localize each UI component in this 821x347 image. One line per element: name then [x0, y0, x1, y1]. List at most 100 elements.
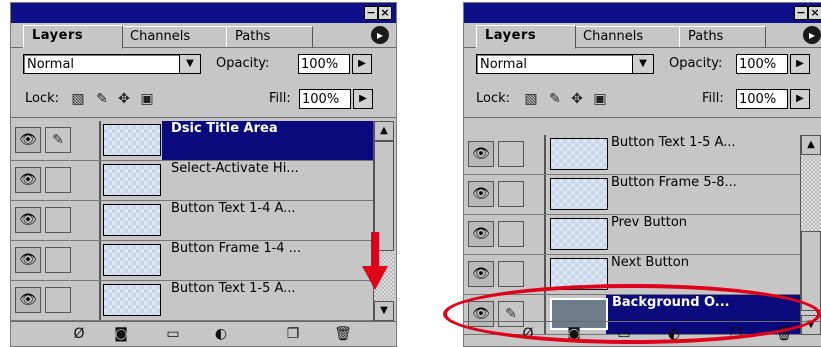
scroll-thumb[interactable]	[801, 231, 821, 311]
blend-mode-select[interactable]: Normal ▼	[476, 54, 654, 74]
close-button[interactable]: ×	[378, 6, 392, 20]
eye-icon[interactable]: 👁	[15, 247, 41, 273]
panel-menu-arrow-icon[interactable]: ▸	[803, 26, 821, 44]
blend-opacity-row: Normal ▼ Opacity: 100% ▶	[464, 49, 821, 79]
panel-title-bar[interactable]: − ×	[11, 3, 396, 23]
folder-icon[interactable]: ▭	[163, 325, 183, 343]
brush-icon[interactable]: ✎	[45, 127, 71, 153]
brush-slot[interactable]	[498, 221, 524, 247]
eye-icon[interactable]: 👁	[15, 287, 41, 313]
layer-style-icon[interactable]: Ø	[69, 325, 89, 343]
brush-slot[interactable]	[45, 247, 71, 273]
opacity-stepper[interactable]: ▶	[352, 54, 372, 74]
tab-paths[interactable]: Paths	[679, 26, 766, 47]
eye-icon[interactable]: 👁	[15, 207, 41, 233]
move-lock-icon[interactable]: ✥	[568, 91, 586, 107]
transparency-lock-icon[interactable]: ▧	[69, 91, 87, 107]
layer-name: Select-Activate Hi...	[171, 161, 299, 176]
brush-slot[interactable]	[498, 141, 524, 167]
tab-label: Paths	[688, 29, 724, 44]
opacity-field[interactable]: 100%	[736, 54, 788, 74]
chevron-down-icon[interactable]: ▼	[179, 55, 200, 73]
eye-icon[interactable]: 👁	[468, 141, 494, 167]
minimize-button[interactable]: −	[794, 6, 808, 20]
brush-slot[interactable]	[45, 207, 71, 233]
brush-slot[interactable]	[45, 167, 71, 193]
padlock-icon[interactable]: ▣	[591, 91, 609, 107]
panel-tabs: Layers Channels Paths ▸	[464, 23, 821, 49]
eye-icon[interactable]: 👁	[468, 261, 494, 287]
tab-paths[interactable]: Paths	[226, 26, 313, 47]
fill-field[interactable]: 100%	[299, 89, 351, 109]
column-divider	[544, 175, 546, 214]
lock-fill-row: Lock: ▧ ✎ ✥ ▣ Fill: 100% ▶	[11, 81, 396, 118]
opacity-field[interactable]: 100%	[298, 54, 350, 74]
layer-row[interactable]: 👁 Button Text 1-5 A...	[464, 135, 800, 175]
column-divider	[99, 121, 101, 160]
layer-name: Dsic Title Area	[171, 121, 278, 136]
eye-icon[interactable]: 👁	[468, 181, 494, 207]
column-divider	[99, 281, 101, 320]
layer-row[interactable]: 👁 Prev Button	[464, 215, 800, 255]
eye-icon[interactable]: 👁	[468, 221, 494, 247]
layer-row[interactable]: 👁 Select-Activate Hi...	[11, 161, 373, 201]
layer-thumbnail	[103, 164, 161, 196]
mask-icon[interactable]: ◙	[111, 325, 131, 343]
layer-thumbnail	[550, 138, 608, 170]
brush-slot[interactable]	[45, 287, 71, 313]
fill-stepper[interactable]: ▶	[790, 89, 810, 109]
paint-lock-icon[interactable]: ✎	[546, 91, 564, 107]
close-button[interactable]: ×	[808, 6, 821, 20]
brush-slot[interactable]	[498, 181, 524, 207]
tab-label: Channels	[583, 29, 644, 44]
blend-mode-value: Normal	[27, 57, 75, 72]
move-lock-icon[interactable]: ✥	[115, 91, 133, 107]
new-layer-icon[interactable]: ❐	[283, 325, 303, 343]
tab-channels[interactable]: Channels	[574, 26, 681, 47]
tab-layers[interactable]: Layers	[476, 25, 576, 49]
fill-stepper[interactable]: ▶	[353, 89, 373, 109]
eye-icon[interactable]: 👁	[15, 167, 41, 193]
layer-row[interactable]: 👁 ✎ Dsic Title Area	[11, 121, 373, 161]
layer-scrollbar[interactable]: ▲ ▼	[373, 121, 394, 321]
panel-menu-arrow-icon[interactable]: ▸	[371, 26, 389, 44]
trash-icon[interactable]: 🗑	[333, 325, 353, 343]
panel-tabs: Layers Channels Paths ▸	[11, 23, 396, 49]
chevron-down-icon[interactable]: ▼	[632, 55, 653, 73]
blend-opacity-row: Normal ▼ Opacity: 100% ▶	[11, 49, 396, 79]
column-divider	[99, 161, 101, 200]
blend-mode-value: Normal	[480, 57, 528, 72]
scroll-down-button[interactable]: ▼	[374, 301, 394, 321]
column-divider	[544, 215, 546, 254]
layer-name: Button Text 1-5 A...	[611, 135, 736, 150]
minimize-button[interactable]: −	[364, 6, 378, 20]
layer-row[interactable]: 👁 Button Text 1-5 A...	[11, 281, 373, 321]
eye-icon[interactable]: 👁	[15, 127, 41, 153]
transparency-lock-icon[interactable]: ▧	[522, 91, 540, 107]
opacity-stepper[interactable]: ▶	[790, 54, 810, 74]
tab-channels[interactable]: Channels	[121, 26, 228, 47]
tab-label: Layers	[485, 28, 537, 43]
layer-name: Prev Button	[611, 215, 688, 230]
fill-label: Fill:	[702, 91, 724, 106]
blend-mode-select[interactable]: Normal ▼	[23, 54, 201, 74]
tab-layers[interactable]: Layers	[23, 25, 123, 49]
padlock-icon[interactable]: ▣	[138, 91, 156, 107]
paint-lock-icon[interactable]: ✎	[93, 91, 111, 107]
brush-slot[interactable]	[498, 261, 524, 287]
layer-thumbnail	[550, 218, 608, 250]
panel-title-bar[interactable]: − ×	[464, 3, 821, 23]
layer-row[interactable]: 👁 Button Frame 5-8...	[464, 175, 800, 215]
column-divider	[99, 201, 101, 240]
scroll-up-button[interactable]: ▲	[801, 135, 821, 155]
fill-field[interactable]: 100%	[736, 89, 788, 109]
layer-row[interactable]: 👁 Button Frame 1-4 ...	[11, 241, 373, 281]
fill-label: Fill:	[269, 91, 291, 106]
adjustment-layer-icon[interactable]: ◐	[211, 325, 231, 343]
lock-fill-row: Lock: ▧ ✎ ✥ ▣ Fill: 100% ▶	[464, 81, 821, 118]
tab-label: Channels	[130, 29, 191, 44]
tab-label: Layers	[32, 28, 84, 43]
layer-row[interactable]: 👁 Button Text 1-4 A...	[11, 201, 373, 241]
layer-name: Button Text 1-5 A...	[171, 281, 296, 296]
scroll-up-button[interactable]: ▲	[374, 121, 394, 141]
